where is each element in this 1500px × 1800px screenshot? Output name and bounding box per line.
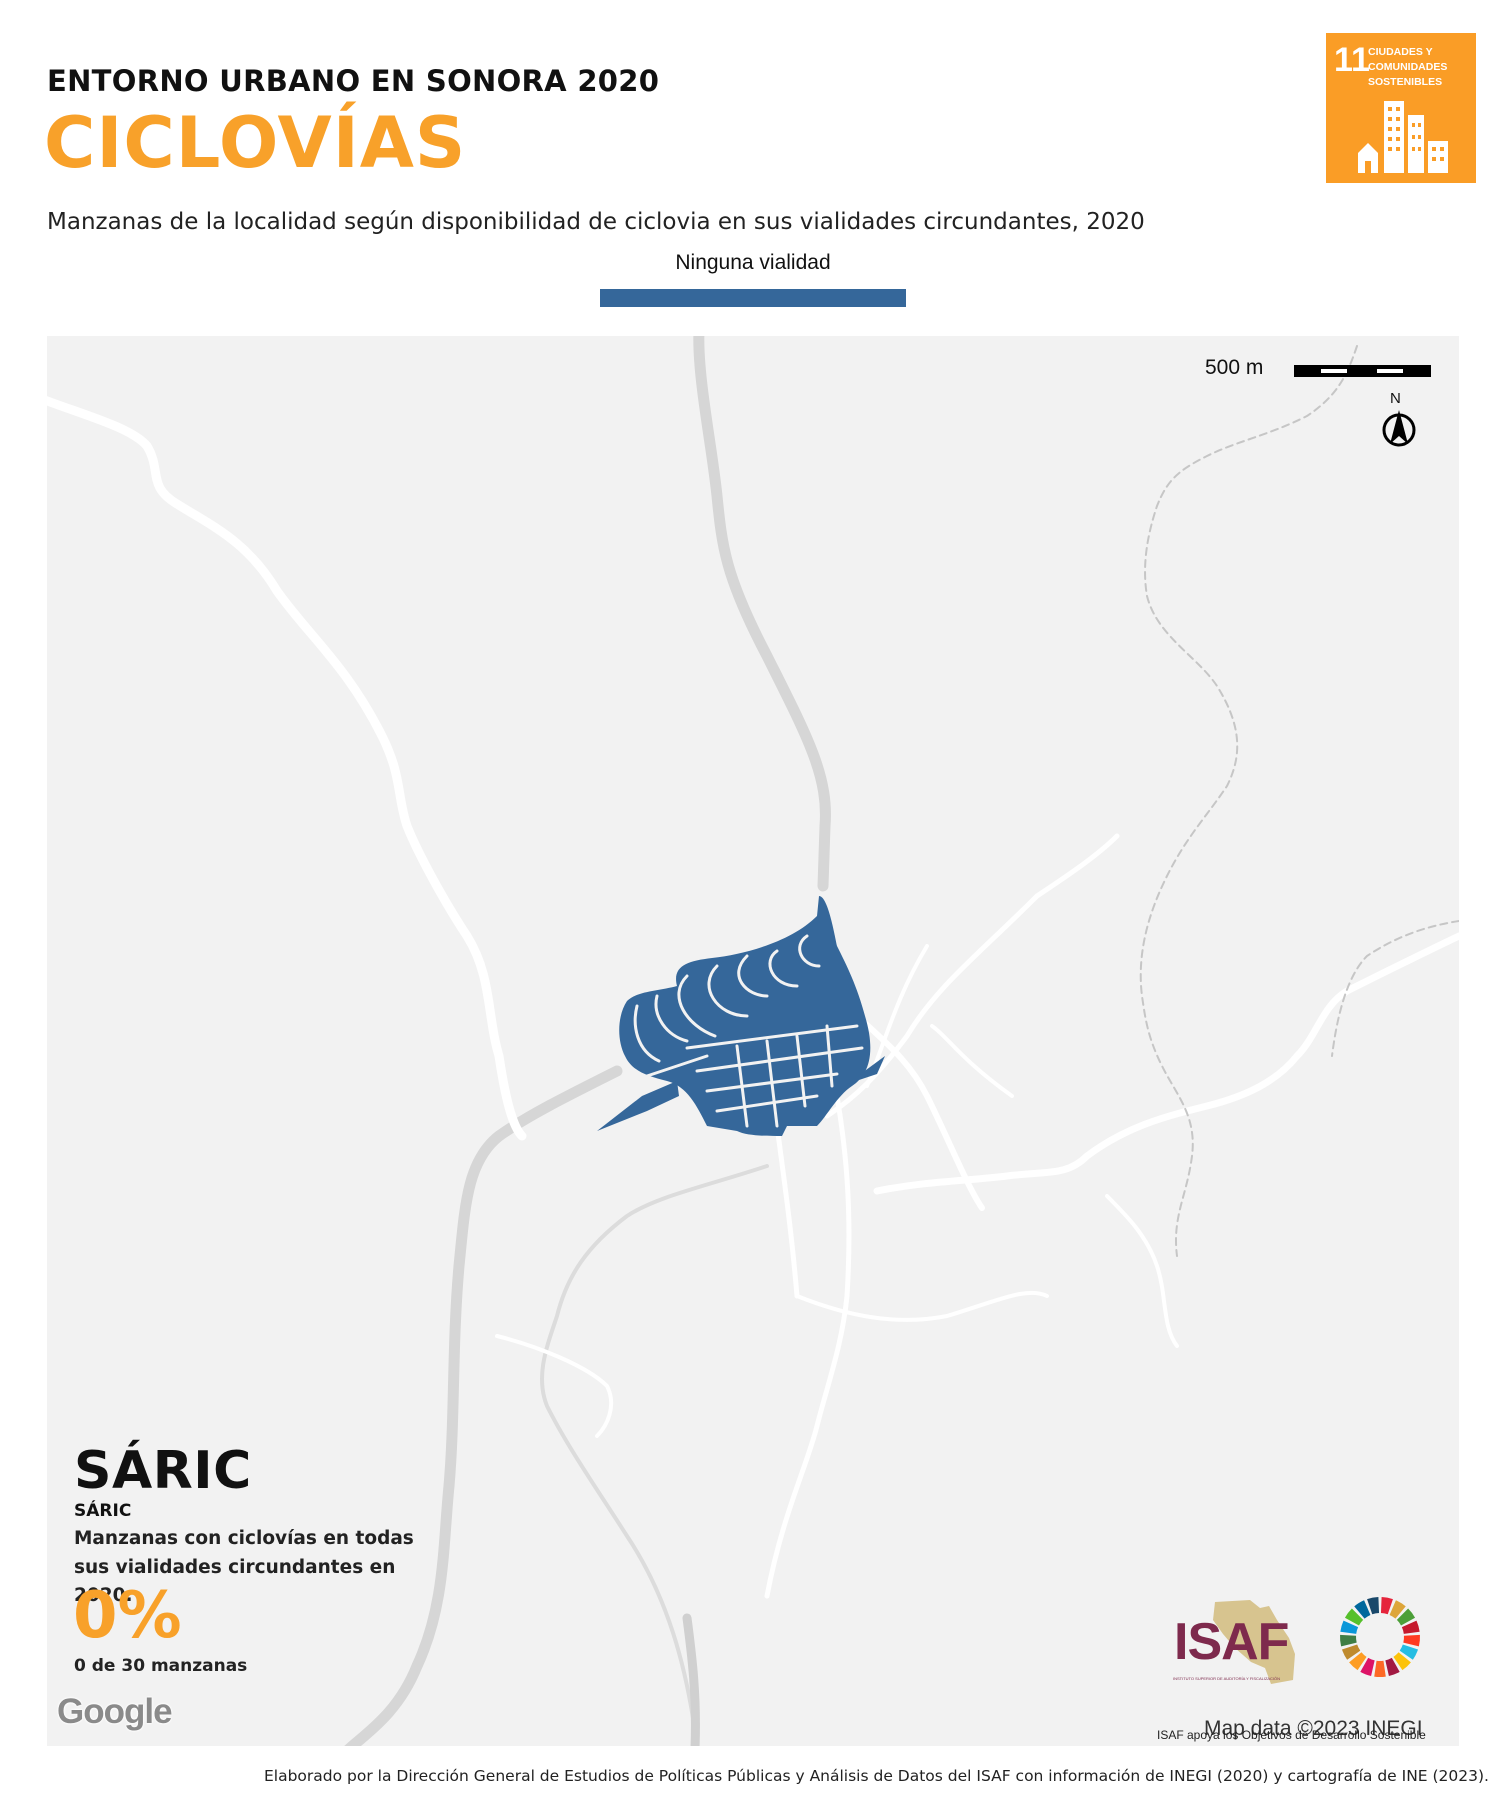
river-segment [682,1613,700,1746]
road-far-se [1105,1194,1179,1348]
road-east-3 [873,932,1459,1195]
block-tail [597,1081,679,1131]
highway-north [693,336,831,892]
scale-bar [1294,365,1431,377]
footer-credit: Elaborado por la Dirección General de Es… [264,1767,1489,1785]
map-subtitle: Manzanas de la localidad según disponibi… [47,209,1145,235]
north-label: N [1390,390,1401,407]
road-southeast [764,1093,852,1599]
road-northwest [47,396,527,1141]
isaf-caption: ISAF apoya los Objetivos de Desarrollo S… [1157,1728,1426,1742]
isaf-fine-print: INSTITUTO SUPERIOR DE AUDITORÍA Y FISCAL… [1173,1676,1281,1681]
google-logo: Google [57,1692,173,1731]
north-arrow-icon [1382,410,1416,447]
sdg-wheel-segment [1403,1634,1420,1647]
sdg11-badge: 11 CIUDADES Y COMUNIDADES SOSTENIBLES [1326,33,1476,183]
legend-label: Ninguna vialidad [675,251,831,274]
road-mid-south [795,1290,1049,1322]
road-south-white [774,1123,800,1299]
sdg11-number: 11 [1334,41,1370,79]
sdg-wheel-icon [1340,1597,1420,1677]
isaf-logo: ISAF [1174,1613,1289,1671]
scale-label: 500 m [1205,356,1264,379]
blocks-count: 0 de 30 manzanas [74,1656,248,1676]
sdg-wheel-segment [1340,1634,1357,1647]
road-south-gray [539,1164,769,1746]
road-east-4 [930,1024,1014,1098]
page-title: CICLOVÍAS [44,102,467,184]
bikeway-percentage: 0% [73,1579,182,1653]
locality-name: SÁRIC [74,1441,252,1501]
sdg-wheel-segment [1374,1660,1386,1677]
sdg11-text: CIUDADES Y COMUNIDADES SOSTENIBLES [1368,46,1448,89]
trail-northeast [1139,345,1358,1257]
city-buildings-icon [1358,101,1448,173]
header-supertitle: ENTORNO URBANO EN SONORA 2020 [47,64,660,98]
highway-southwest [344,1065,623,1746]
legend-swatch [600,289,906,307]
locality-municipality: SÁRIC [74,1501,132,1521]
map-panel[interactable]: 500 m N SÁRIC SÁRIC Manzanas con cicloví… [47,336,1459,1746]
